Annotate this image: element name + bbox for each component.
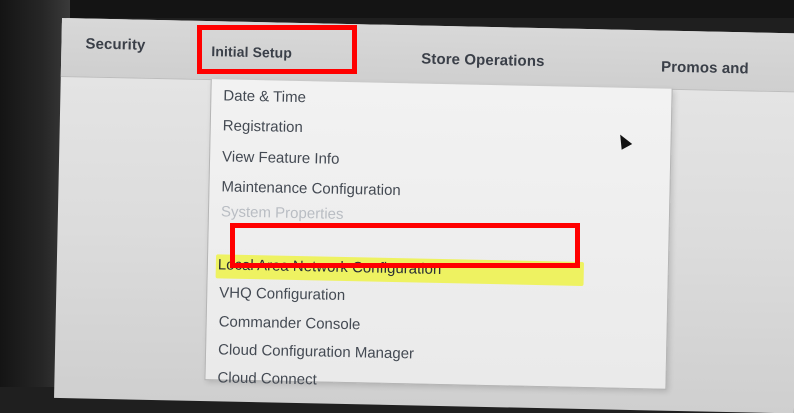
menu-item-system-properties[interactable]: System Properties bbox=[221, 203, 344, 223]
screen: Security Initial Setup Store Operations … bbox=[54, 18, 794, 413]
menu-item-vhq-configuration[interactable]: VHQ Configuration bbox=[219, 284, 345, 304]
photo-frame-top bbox=[0, 0, 794, 18]
menu-store-operations[interactable]: Store Operations bbox=[421, 51, 545, 71]
menu-item-cloud-configuration-manager[interactable]: Cloud Configuration Manager bbox=[218, 341, 414, 362]
annotation-box-lan-configuration bbox=[230, 223, 580, 268]
menu-item-maintenance-configuration[interactable]: Maintenance Configuration bbox=[221, 178, 401, 199]
menu-item-commander-console[interactable]: Commander Console bbox=[218, 313, 360, 333]
menu-security[interactable]: Security bbox=[85, 35, 145, 53]
menu-promos[interactable]: Promos and bbox=[661, 59, 749, 78]
menu-bar: Security Initial Setup Store Operations … bbox=[60, 18, 794, 93]
annotation-box-initial-setup bbox=[197, 25, 357, 74]
menu-item-view-feature-info[interactable]: View Feature Info bbox=[222, 148, 340, 167]
menu-item-date-time[interactable]: Date & Time bbox=[223, 87, 306, 106]
menu-item-cloud-connect[interactable]: Cloud Connect bbox=[217, 369, 317, 388]
menu-item-registration[interactable]: Registration bbox=[223, 117, 303, 136]
